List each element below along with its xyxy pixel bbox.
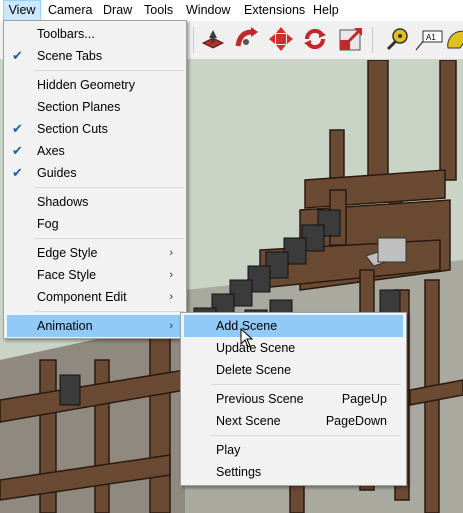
view-menu: Toolbars... ✔ Scene Tabs Hidden Geometry… <box>3 20 187 339</box>
menu-item-delete-scene[interactable]: Delete Scene <box>184 359 403 381</box>
scale-icon[interactable] <box>338 26 364 52</box>
check-icon: ✔ <box>12 165 23 180</box>
menu-item-label: Fog <box>37 217 59 231</box>
menu-item-label: Previous Scene <box>216 392 304 406</box>
check-icon: ✔ <box>12 121 23 136</box>
shortcut-label: PageUp <box>341 392 387 406</box>
menu-draw[interactable]: Draw <box>103 1 132 20</box>
menu-item-label: Edge Style <box>37 246 98 260</box>
menu-item-label: Delete Scene <box>216 363 292 377</box>
menu-item-label: Guides <box>37 166 77 180</box>
check-icon: ✔ <box>12 48 23 63</box>
menu-item-face-style[interactable]: Face Style › <box>7 264 183 286</box>
menu-item-label: Axes <box>37 144 65 158</box>
tape-measure-icon[interactable] <box>384 26 410 52</box>
menu-item-label: Face Style <box>37 268 97 282</box>
text-tool-label: A1 <box>426 33 436 42</box>
toolbar-separator <box>372 27 373 53</box>
menu-view[interactable]: View <box>3 0 41 21</box>
menu-item-label: Animation <box>37 319 93 333</box>
protractor-icon[interactable] <box>446 26 463 52</box>
menu-item-label: Next Scene <box>216 414 281 428</box>
move-icon[interactable] <box>268 26 294 52</box>
menu-separator <box>211 435 401 436</box>
menu-item-guides[interactable]: ✔ Guides <box>7 162 183 184</box>
menu-bar: View Camera Draw Tools Window Extensions… <box>0 0 463 22</box>
submenu-arrow-icon: › <box>169 247 173 259</box>
menu-item-next-scene[interactable]: Next Scene PageDown <box>184 410 403 432</box>
menu-item-section-cuts[interactable]: ✔ Section Cuts <box>7 118 183 140</box>
menu-item-hidden-geometry[interactable]: Hidden Geometry <box>7 74 183 96</box>
push-pull-icon[interactable] <box>200 26 226 52</box>
menu-camera[interactable]: Camera <box>48 1 92 20</box>
rotate-icon[interactable] <box>302 26 328 52</box>
menu-item-section-planes[interactable]: Section Planes <box>7 96 183 118</box>
menu-item-scene-tabs[interactable]: ✔ Scene Tabs <box>7 45 183 67</box>
menu-item-label: Toolbars... <box>37 27 95 41</box>
menu-item-label: Update Scene <box>216 341 296 355</box>
menu-item-axes[interactable]: ✔ Axes <box>7 140 183 162</box>
menu-item-update-scene[interactable]: Update Scene <box>184 337 403 359</box>
menu-item-label: Settings <box>216 465 262 479</box>
follow-me-icon[interactable] <box>234 26 260 52</box>
menu-item-component-edit[interactable]: Component Edit › <box>7 286 183 308</box>
check-icon: ✔ <box>12 143 23 158</box>
menu-item-shadows[interactable]: Shadows <box>7 191 183 213</box>
menu-item-previous-scene[interactable]: Previous Scene PageUp <box>184 388 403 410</box>
mouse-cursor-icon <box>240 327 254 348</box>
menu-separator <box>34 238 184 239</box>
menu-window[interactable]: Window <box>186 1 230 20</box>
menu-item-label: Component Edit <box>37 290 127 304</box>
menu-separator <box>34 311 184 312</box>
menu-item-settings[interactable]: Settings <box>184 461 403 483</box>
menu-item-play[interactable]: Play <box>184 439 403 461</box>
menu-help[interactable]: Help <box>313 1 339 20</box>
submenu-arrow-icon: › <box>169 320 173 332</box>
menu-item-label: Section Planes <box>37 100 121 114</box>
menu-item-add-scene[interactable]: Add Scene <box>184 315 403 337</box>
menu-item-label: Shadows <box>37 195 89 209</box>
menu-item-label: Scene Tabs <box>37 49 103 63</box>
menu-item-fog[interactable]: Fog <box>7 213 183 235</box>
menu-item-animation[interactable]: Animation › <box>7 315 183 337</box>
submenu-arrow-icon: › <box>169 291 173 303</box>
menu-item-label: Play <box>216 443 241 457</box>
text-icon[interactable]: A1 <box>414 26 443 52</box>
menu-extensions[interactable]: Extensions <box>244 1 305 20</box>
shortcut-label: PageDown <box>325 414 387 428</box>
toolbar-separator <box>193 27 194 53</box>
menu-tools[interactable]: Tools <box>144 1 173 20</box>
submenu-arrow-icon: › <box>169 269 173 281</box>
menu-item-toolbars[interactable]: Toolbars... <box>7 23 183 45</box>
menu-separator <box>211 384 401 385</box>
menu-item-label: Section Cuts <box>37 122 108 136</box>
menu-separator <box>34 187 184 188</box>
menu-item-edge-style[interactable]: Edge Style › <box>7 242 183 264</box>
animation-submenu: Add Scene Update Scene Delete Scene Prev… <box>180 312 407 486</box>
menu-item-label: Hidden Geometry <box>37 78 135 92</box>
menu-separator <box>34 70 184 71</box>
